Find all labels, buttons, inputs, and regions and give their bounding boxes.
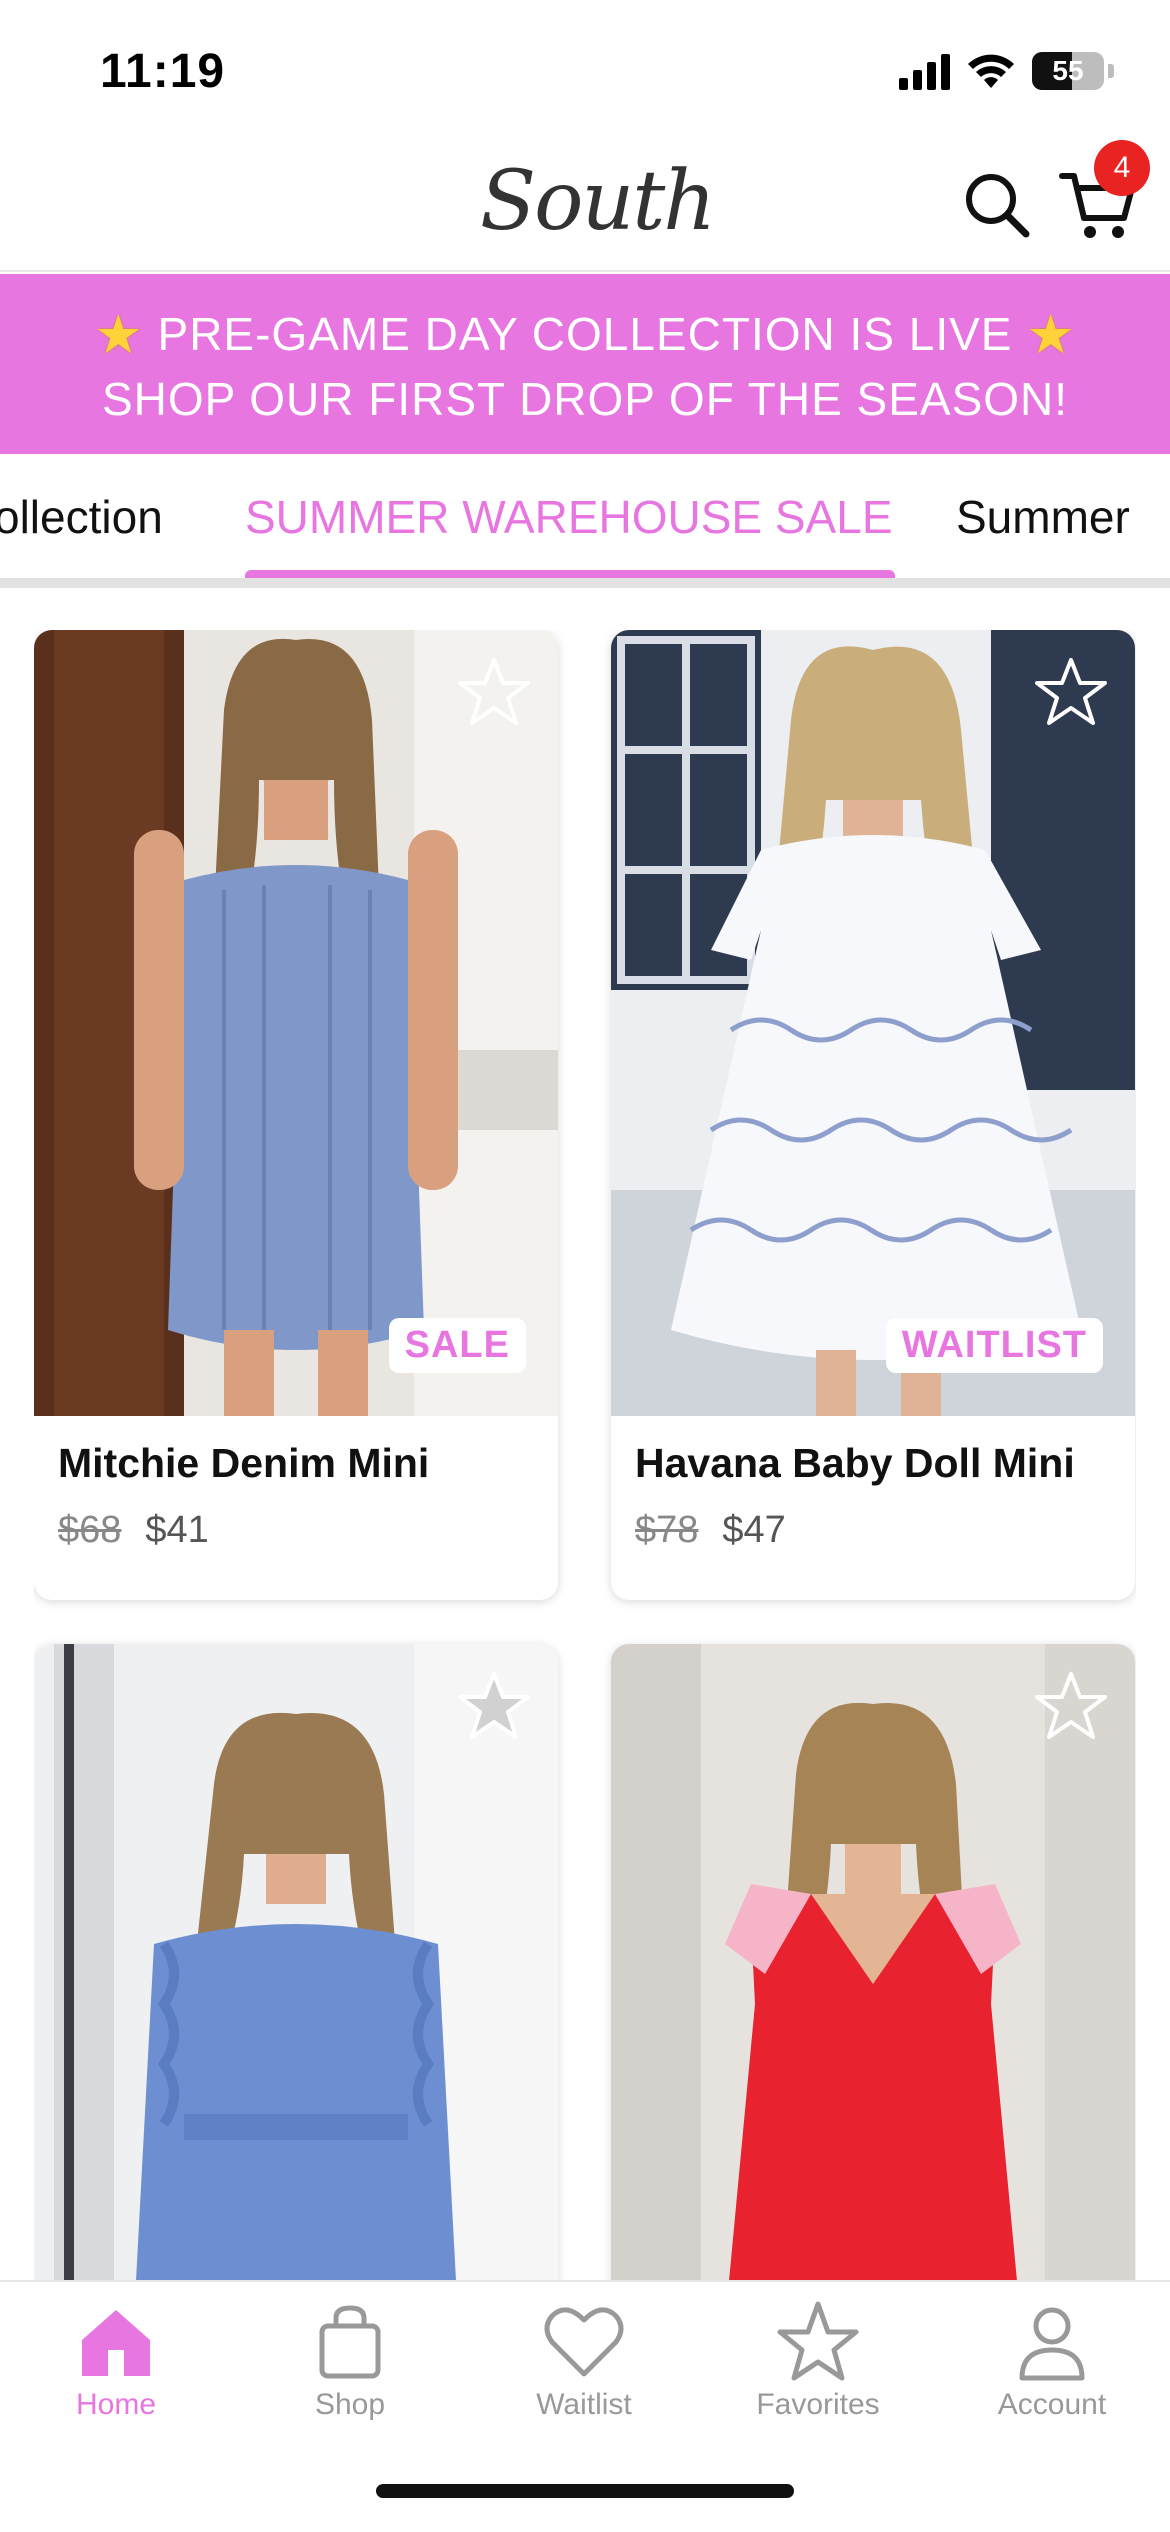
search-icon[interactable] <box>962 170 1032 240</box>
product-image[interactable]: SALE <box>34 630 558 1416</box>
sale-badge: SALE <box>388 1318 526 1373</box>
promo-banner[interactable]: ★ PRE-GAME DAY COLLECTION IS LIVE ★ SHOP… <box>0 274 1170 454</box>
favorite-star-icon[interactable] <box>458 656 530 728</box>
nav-home[interactable]: Home <box>16 2300 216 2422</box>
favorite-star-icon[interactable] <box>1035 656 1107 728</box>
tab-summer-warehouse-sale[interactable]: SUMMER WAREHOUSE SALE <box>245 490 893 544</box>
product-image[interactable] <box>611 1644 1135 2280</box>
heart-icon <box>544 2307 624 2377</box>
shopping-bag-icon <box>319 2305 381 2379</box>
promo-line-1: ★ PRE-GAME DAY COLLECTION IS LIVE ★ <box>0 303 1170 366</box>
promo-text-1: PRE-GAME DAY COLLECTION IS LIVE <box>157 308 1013 360</box>
tab-collection[interactable]: ollection <box>0 490 163 544</box>
battery-level: 55 <box>1052 55 1084 86</box>
nav-label-home: Home <box>75 2388 157 2421</box>
product-info: Mitchie Denim Mini $68 $41 <box>34 1416 558 1600</box>
person-icon <box>1019 2307 1085 2381</box>
tab-summer[interactable]: Summer <box>956 490 1130 544</box>
wifi-icon <box>968 54 1014 88</box>
battery-icon: 55 <box>1032 52 1104 90</box>
promo-line-2: SHOP OUR FIRST DROP OF THE SEASON! <box>0 372 1170 426</box>
product-photo <box>34 630 558 1416</box>
sale-price: $47 <box>722 1509 786 1551</box>
product-image[interactable] <box>34 1644 558 2280</box>
product-photo <box>611 630 1135 1416</box>
nav-shop[interactable]: Shop <box>250 2300 450 2422</box>
promo-text-2: SHOP OUR FIRST DROP OF THE SEASON! <box>101 372 1069 425</box>
product-card[interactable] <box>611 1644 1135 2280</box>
product-price: $78 $47 <box>635 1509 1111 1552</box>
collection-tabs: ollection SUMMER WAREHOUSE SALE Summer <box>0 456 1170 588</box>
original-price: $78 <box>635 1509 699 1551</box>
nav-account[interactable]: Account <box>952 2300 1152 2422</box>
brand-logo[interactable]: South <box>480 154 716 249</box>
nav-waitlist[interactable]: Waitlist <box>484 2300 684 2422</box>
favorite-star-icon[interactable] <box>1035 1670 1107 1742</box>
star-emoji-icon: ★ <box>1026 304 1076 365</box>
battery-cap <box>1108 64 1114 78</box>
product-grid: SALE Mitchie Denim Mini $68 $41 WAITLIST… <box>34 630 1136 2280</box>
status-icons: 55 <box>899 52 1114 90</box>
waitlist-badge: WAITLIST <box>885 1318 1103 1373</box>
cellular-signal-icon <box>899 52 950 90</box>
favorite-star-icon[interactable] <box>458 1670 530 1742</box>
original-price: $68 <box>58 1509 122 1551</box>
active-tab-indicator <box>245 570 895 578</box>
nav-label-favorites: Favorites <box>756 2388 880 2421</box>
app-header: South 4 <box>0 140 1170 272</box>
sale-price: $41 <box>145 1509 209 1551</box>
star-emoji-icon: ★ <box>94 304 144 365</box>
product-card[interactable]: WAITLIST Havana Baby Doll Mini $78 $47 <box>611 630 1135 1600</box>
nav-label-account: Account <box>997 2388 1107 2421</box>
product-price: $68 $41 <box>58 1509 534 1552</box>
nav-label-shop: Shop <box>314 2388 386 2421</box>
nav-favorites[interactable]: Favorites <box>718 2300 918 2422</box>
status-bar: 11:19 55 <box>0 0 1170 140</box>
home-indicator[interactable] <box>376 2484 794 2498</box>
nav-label-waitlist: Waitlist <box>536 2388 632 2421</box>
product-name[interactable]: Mitchie Denim Mini <box>58 1440 534 1487</box>
status-time: 11:19 <box>100 45 226 98</box>
star-icon <box>777 2301 859 2381</box>
product-name[interactable]: Havana Baby Doll Mini <box>635 1440 1111 1487</box>
product-card[interactable]: SALE Mitchie Denim Mini $68 $41 <box>34 630 558 1600</box>
product-image[interactable]: WAITLIST <box>611 630 1135 1416</box>
product-info: Havana Baby Doll Mini $78 $47 <box>611 1416 1135 1600</box>
product-card[interactable] <box>34 1644 558 2280</box>
cart-count-badge: 4 <box>1094 140 1150 196</box>
home-icon <box>82 2310 150 2376</box>
